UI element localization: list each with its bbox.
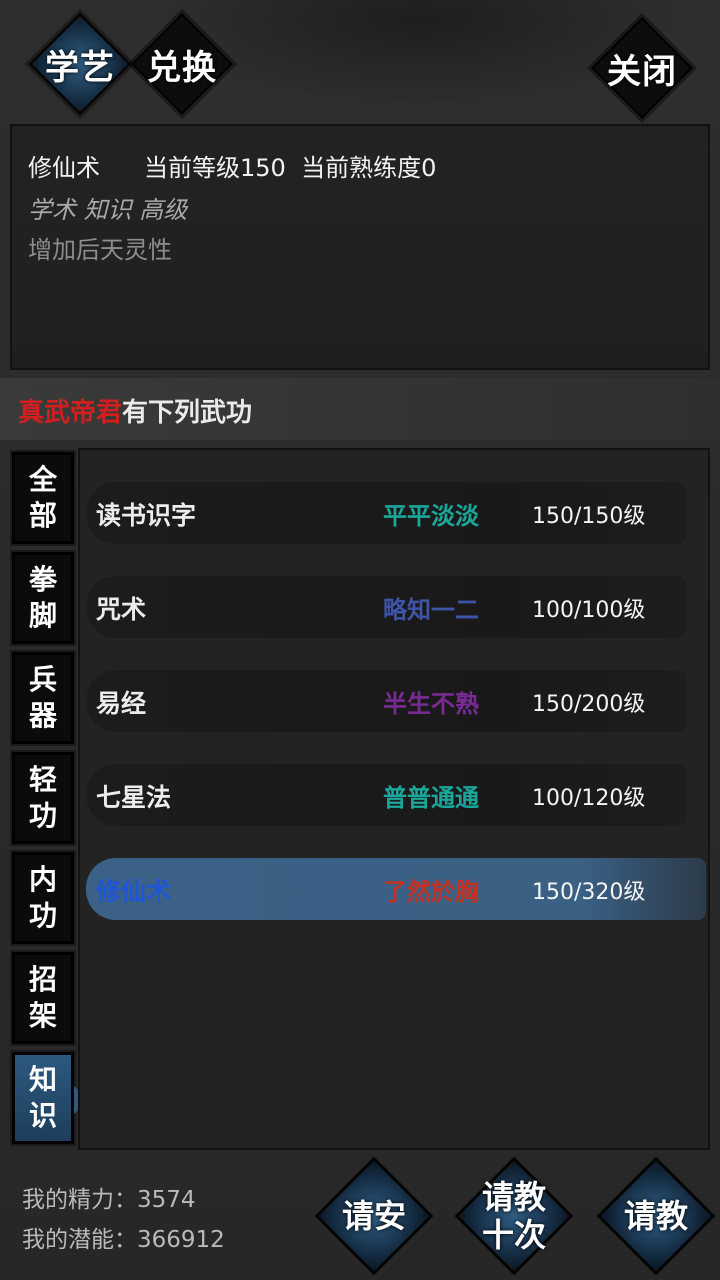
skill-row[interactable]: 七星法 普普通通 100/120级: [86, 764, 686, 826]
skill-level: 100/100级: [532, 598, 646, 623]
skill-info-current-proficiency: 当前熟练度0: [301, 154, 437, 182]
skill-rank: 普普通通: [383, 783, 479, 812]
category-tab-char: 招: [28, 963, 57, 996]
ask-ten-times-line1: 请教: [481, 1178, 546, 1216]
category-tab-char: 全: [28, 463, 57, 496]
greet-button[interactable]: 请安: [314, 1156, 434, 1276]
ask-button[interactable]: 请教: [596, 1156, 716, 1276]
category-tab-char: 器: [28, 699, 57, 732]
skill-info-current-level: 当前等级150: [144, 154, 286, 182]
category-tab-char: 功: [28, 899, 57, 932]
category-tab-lightness[interactable]: 轻 功: [10, 750, 76, 846]
category-tab-char: 轻: [28, 763, 57, 796]
close-button[interactable]: 关闭: [590, 16, 694, 120]
skill-row-selected[interactable]: 修仙术 了然於胸 150/320级: [86, 858, 706, 920]
category-tab-parry[interactable]: 招 架: [10, 950, 76, 1046]
category-tab-char: 知: [28, 1063, 57, 1096]
master-title: 真武帝君有下列武功: [18, 392, 252, 429]
skill-name: 七星法: [96, 783, 172, 812]
category-tab-weapon[interactable]: 兵 器: [10, 650, 76, 746]
skill-info-header: 修仙术 当前等级150 当前熟练度0: [28, 148, 436, 183]
category-tab-knowledge[interactable]: 知 识: [10, 1050, 90, 1146]
tab-duihuan[interactable]: 兑换: [130, 12, 234, 116]
skill-name: 修仙术: [96, 877, 172, 906]
master-name: 真武帝君: [18, 398, 123, 428]
skill-info-panel: 修仙术 当前等级150 当前熟练度0 学术 知识 高级 增加后天灵性: [10, 124, 710, 370]
category-tab-all[interactable]: 全 部: [10, 450, 76, 546]
skill-info-name: 修仙术: [28, 154, 100, 182]
master-title-suffix: 有下列武功: [122, 398, 253, 428]
tab-duihuan-label: 兑换: [147, 47, 217, 88]
master-strip: 真武帝君有下列武功: [0, 378, 720, 440]
skill-rank: 半生不熟: [383, 689, 479, 718]
top-bar: 学艺 兑换 关闭: [0, 0, 720, 125]
skill-level: 100/120级: [532, 786, 646, 811]
skill-name: 易经: [96, 689, 147, 718]
category-tab-char: 脚: [28, 599, 57, 632]
skill-level: 150/320级: [532, 880, 646, 905]
category-tab-char: 内: [28, 863, 57, 896]
tab-xueyi-label: 学艺: [45, 47, 115, 88]
category-tab-char: 拳: [28, 563, 57, 596]
category-tab-char: 识: [28, 1099, 57, 1132]
skill-info-description: 增加后天灵性: [28, 236, 172, 264]
category-tab-char: 功: [28, 799, 57, 832]
stat-jingli: 我的精力：3574: [22, 1187, 196, 1213]
category-tab-internal[interactable]: 内 功: [10, 850, 76, 946]
skill-rank: 了然於胸: [383, 877, 479, 906]
close-button-label: 关闭: [607, 51, 677, 92]
category-tab-char: 架: [28, 999, 57, 1032]
skill-name: 咒术: [96, 595, 147, 624]
category-tab-char: 兵: [28, 663, 57, 696]
greet-button-label: 请安: [341, 1197, 406, 1235]
ask-ten-times-line2: 十次: [481, 1216, 546, 1254]
skill-list: 读书识字 平平淡淡 150/150级 咒术 略知一二 100/100级 易经 半…: [78, 448, 710, 1150]
ask-button-label: 请教: [623, 1197, 688, 1235]
skill-row[interactable]: 咒术 略知一二 100/100级: [86, 576, 686, 638]
skill-level: 150/200级: [532, 692, 646, 717]
ask-ten-times-button[interactable]: 请教 十次: [454, 1156, 574, 1276]
skill-rank: 略知一二: [383, 595, 479, 624]
skill-row[interactable]: 读书识字 平平淡淡 150/150级: [86, 482, 686, 544]
skill-info-tags: 学术 知识 高级: [28, 196, 188, 224]
tab-xueyi[interactable]: 学艺: [28, 12, 132, 116]
ask-ten-times-label: 请教 十次: [482, 1178, 546, 1254]
skill-level: 150/150级: [532, 504, 646, 529]
skill-name: 读书识字: [96, 501, 197, 530]
skill-rank: 平平淡淡: [383, 501, 479, 530]
stat-qianneng: 我的潜能：366912: [22, 1227, 225, 1253]
skill-row[interactable]: 易经 半生不熟 150/200级: [86, 670, 686, 732]
category-tab-char: 部: [28, 499, 57, 532]
category-tab-fist[interactable]: 拳 脚: [10, 550, 76, 646]
